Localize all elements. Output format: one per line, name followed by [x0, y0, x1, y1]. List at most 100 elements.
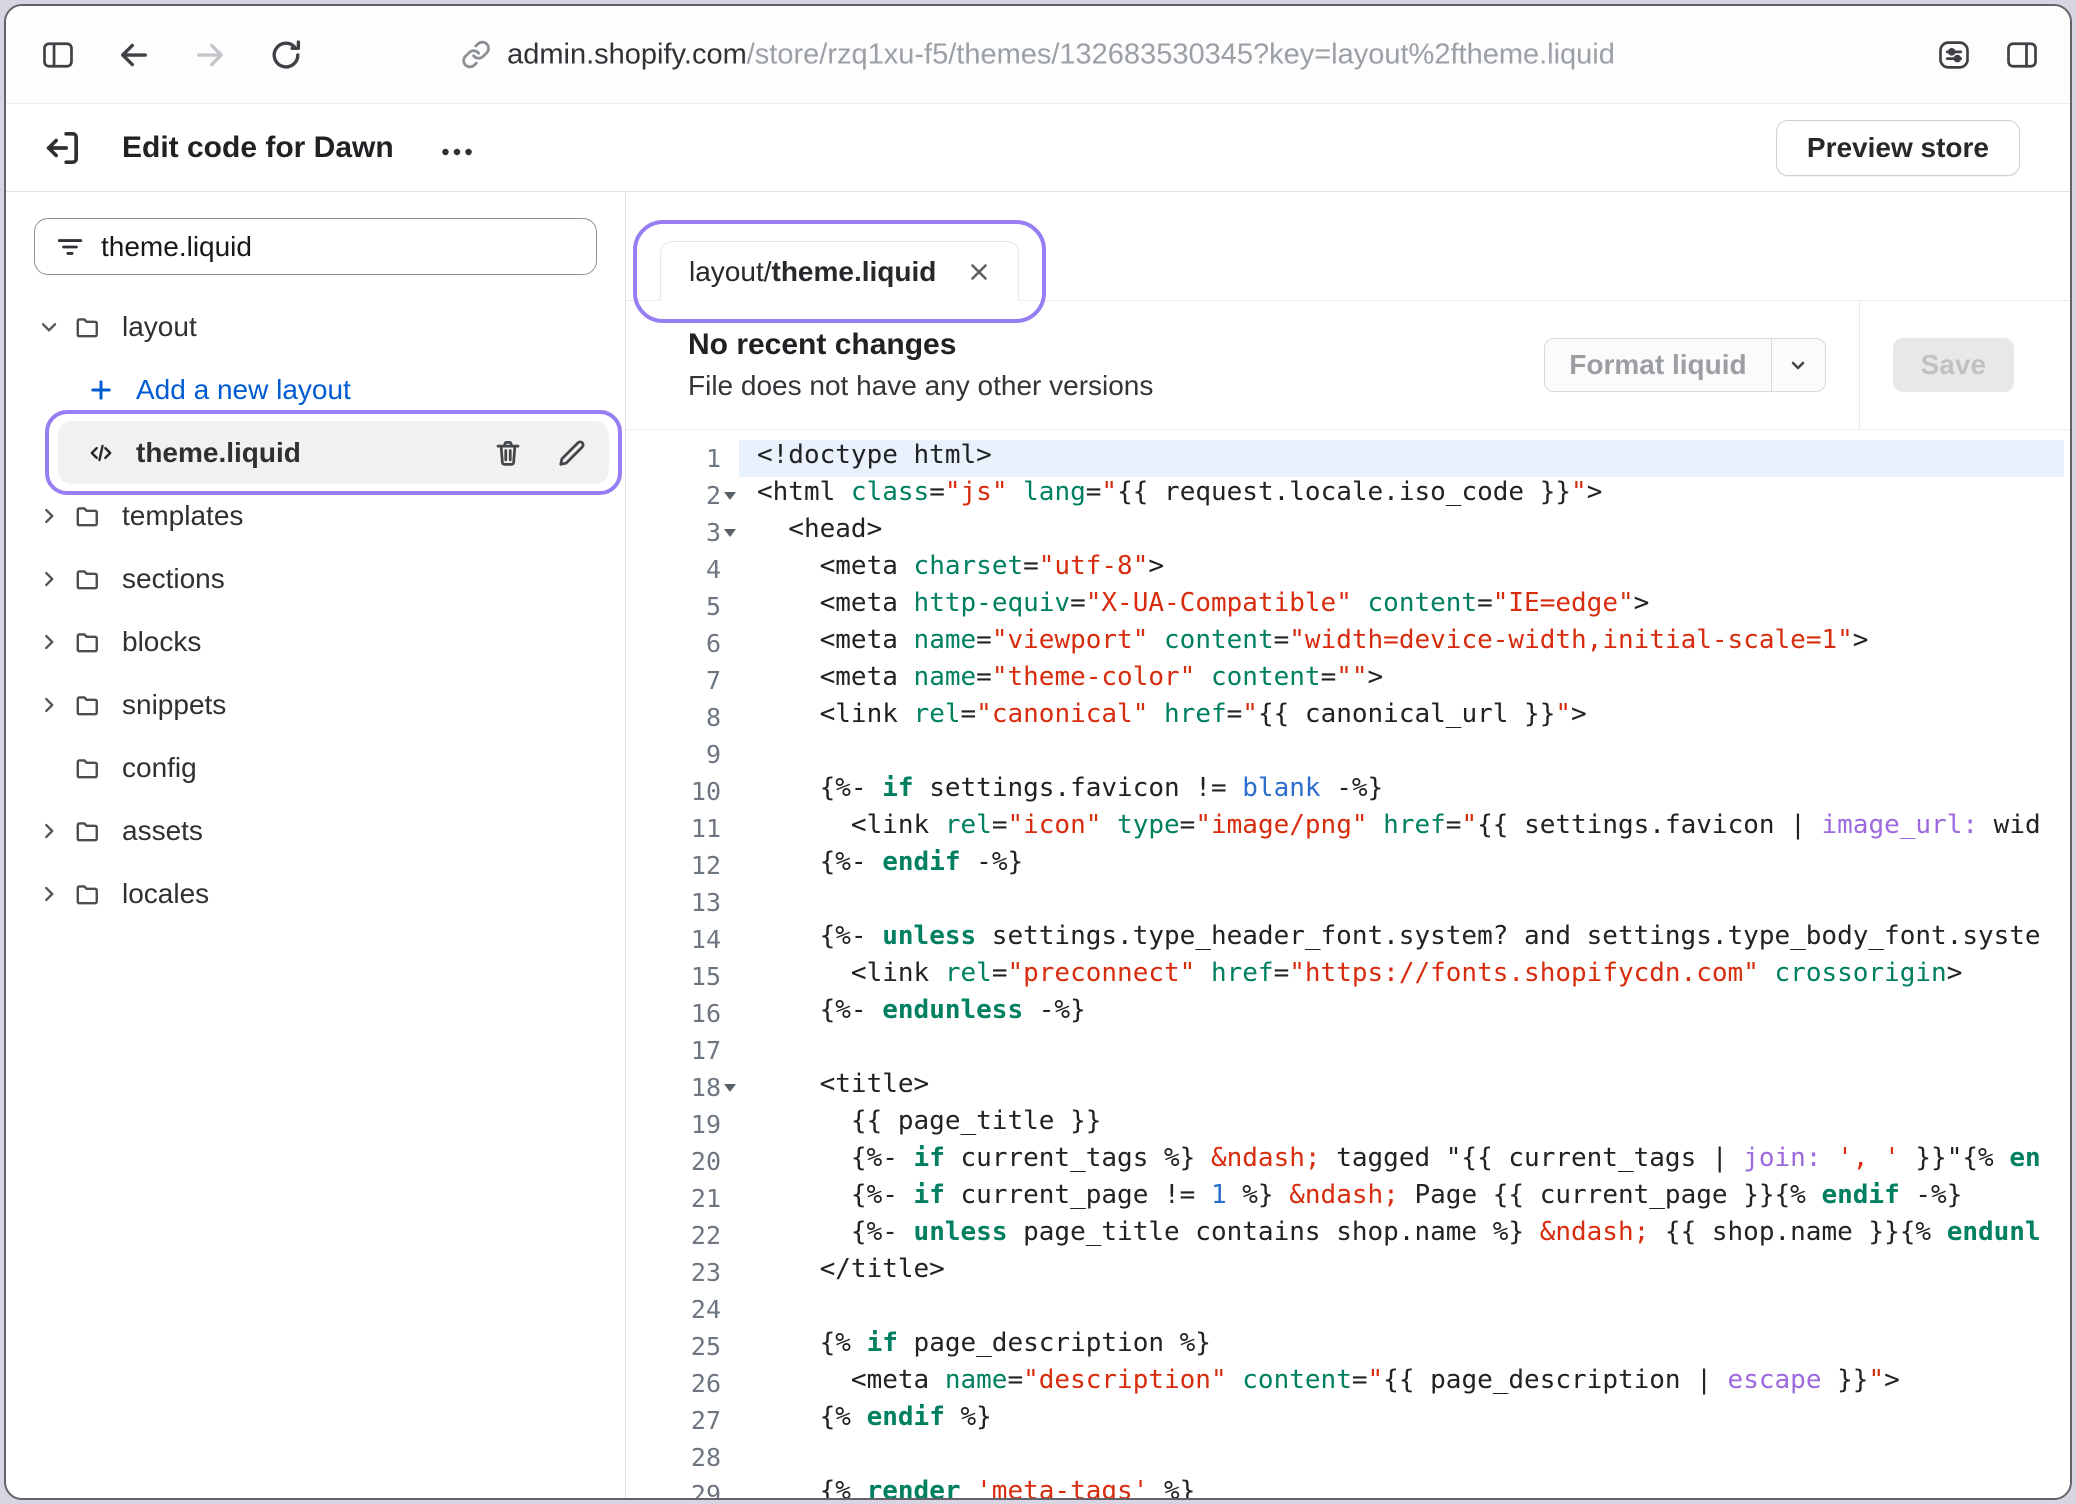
code-line[interactable]: <link rel="icon" type="image/png" href="… — [739, 810, 2064, 847]
code-line[interactable]: {%- endunless -%} — [739, 995, 2064, 1032]
code-line[interactable]: {%- unless settings.type_header_font.sys… — [739, 921, 2064, 958]
sidebar-item-config[interactable]: config — [22, 736, 609, 799]
code-token: endif — [1821, 1180, 1899, 1210]
format-liquid-button[interactable]: Format liquid — [1544, 338, 1825, 392]
code-token: > — [1587, 477, 1603, 507]
code-token: > — [1947, 958, 1963, 988]
code-line[interactable] — [739, 1439, 2064, 1476]
code-line[interactable]: {%- if settings.favicon != blank -%} — [739, 773, 2064, 810]
line-number: 17 — [653, 1032, 739, 1069]
editor-code[interactable]: <!doctype html><html class="js" lang="{{… — [739, 440, 2064, 1498]
code-token: escape — [1728, 1365, 1822, 1395]
code-token: = — [1086, 477, 1102, 507]
code-token: endunless — [882, 995, 1023, 1025]
pencil-icon[interactable] — [557, 438, 587, 468]
back-icon[interactable] — [116, 37, 152, 73]
code-token: &ndash; — [1540, 1217, 1650, 1247]
code-editor[interactable]: 1234567891011121314151617181920212223242… — [626, 429, 2070, 1498]
sidebar-item-templates[interactable]: templates — [22, 484, 609, 547]
sidebar-item-blocks[interactable]: blocks — [22, 610, 609, 673]
code-line[interactable]: <meta name="theme-color" content=""> — [739, 662, 2064, 699]
format-liquid-label: Format liquid — [1545, 339, 1770, 391]
code-line[interactable]: <meta charset="utf-8"> — [739, 551, 2064, 588]
browser-window: admin.shopify.com/store/rzq1xu-f5/themes… — [4, 4, 2072, 1500]
code-line[interactable]: <link rel="preconnect" href="https://fon… — [739, 958, 2064, 995]
code-line[interactable]: {%- unless page_title contains shop.name… — [739, 1217, 2064, 1254]
sidebar-item-locales[interactable]: locales — [22, 862, 609, 925]
sidebar-item-layout[interactable]: layout — [22, 295, 609, 358]
code-line[interactable]: {% render 'meta-tags' %} — [739, 1476, 2064, 1498]
trash-icon[interactable] — [493, 438, 523, 468]
code-line[interactable]: {%- if current_page != 1 %} &ndash; Page… — [739, 1180, 2064, 1217]
chevron-right-icon[interactable] — [36, 881, 74, 907]
code-line[interactable]: </title> — [739, 1254, 2064, 1291]
sidebar-item-sections[interactable]: sections — [22, 547, 609, 610]
reload-icon[interactable] — [268, 37, 304, 73]
fold-icon[interactable] — [721, 514, 739, 551]
chevron-right-icon[interactable] — [36, 629, 74, 655]
sidebar-item-assets[interactable]: assets — [22, 799, 609, 862]
chevron-right-icon[interactable] — [36, 566, 74, 592]
code-line[interactable] — [739, 736, 2064, 773]
code-line[interactable] — [739, 1291, 2064, 1328]
code-token: = — [992, 958, 1008, 988]
code-token: 1 — [1211, 1180, 1227, 1210]
app-header: Edit code for Dawn Preview store — [6, 104, 2070, 192]
sidebar-item-snippets[interactable]: snippets — [22, 673, 609, 736]
search-input[interactable] — [101, 231, 576, 263]
sidebar-item-label: assets — [122, 815, 203, 847]
chevron-right-icon[interactable] — [36, 503, 74, 529]
code-token — [1148, 699, 1164, 729]
line-number: 1 — [653, 440, 739, 477]
code-token: -%} — [961, 847, 1024, 877]
chevron-right-icon[interactable] — [36, 692, 74, 718]
line-number: 6 — [653, 625, 739, 662]
code-token: > — [1368, 662, 1384, 692]
address-bar[interactable]: admin.shopify.com/store/rzq1xu-f5/themes… — [461, 38, 1615, 71]
code-line[interactable]: <html class="js" lang="{{ request.locale… — [739, 477, 2064, 514]
code-token: rel — [914, 699, 961, 729]
code-line[interactable]: {% if page_description %} — [739, 1328, 2064, 1365]
preview-store-button[interactable]: Preview store — [1776, 120, 2020, 176]
code-line[interactable] — [739, 884, 2064, 921]
code-line[interactable] — [739, 1032, 2064, 1069]
sidebar-item-label: theme.liquid — [136, 437, 301, 469]
code-line[interactable]: <!doctype html> — [739, 440, 2064, 477]
chevron-down-icon[interactable] — [1771, 339, 1825, 391]
forward-icon — [192, 37, 228, 73]
extensions-icon[interactable] — [1936, 37, 1972, 73]
sidebar-item-theme-liquid[interactable]: theme.liquid — [58, 421, 609, 484]
code-line[interactable]: {%- endif -%} — [739, 847, 2064, 884]
chevron-down-icon[interactable] — [36, 314, 74, 340]
code-line[interactable]: <meta http-equiv="X-UA-Compatible" conte… — [739, 588, 2064, 625]
code-token: "utf-8" — [1039, 551, 1149, 581]
code-line[interactable]: {%- if current_tags %} &ndash; tagged "{… — [739, 1143, 2064, 1180]
close-icon[interactable] — [966, 259, 992, 285]
tab-theme-liquid[interactable]: layout/theme.liquid — [660, 241, 1019, 301]
panel-right-icon[interactable] — [2004, 37, 2040, 73]
code-token: <link — [757, 699, 914, 729]
file-search[interactable] — [34, 218, 597, 275]
code-line[interactable]: <head> — [739, 514, 2064, 551]
sidebar-item-label: templates — [122, 500, 243, 532]
fold-icon[interactable] — [721, 1069, 739, 1106]
sidebar-item-add-a-new-layout[interactable]: Add a new layout — [22, 358, 609, 421]
fold-placeholder — [721, 884, 739, 921]
code-line[interactable]: <meta name="description" content="{{ pag… — [739, 1365, 2064, 1402]
code-token: = — [976, 662, 992, 692]
code-line[interactable]: <link rel="canonical" href="{{ canonical… — [739, 699, 2064, 736]
exit-icon[interactable] — [42, 128, 82, 168]
line-number: 14 — [653, 921, 739, 958]
more-actions-icon[interactable] — [438, 133, 476, 163]
code-line[interactable]: <title> — [739, 1069, 2064, 1106]
fold-icon[interactable] — [721, 477, 739, 514]
code-file-icon — [88, 440, 126, 466]
code-token: " — [1368, 1365, 1384, 1395]
code-line[interactable]: {% endif %} — [739, 1402, 2064, 1439]
code-token: current_page != — [945, 1180, 1211, 1210]
code-token: settings.favicon != — [914, 773, 1243, 803]
sidebar-toggle-icon[interactable] — [40, 37, 76, 73]
chevron-right-icon[interactable] — [36, 818, 74, 844]
code-line[interactable]: {{ page_title }} — [739, 1106, 2064, 1143]
code-line[interactable]: <meta name="viewport" content="width=dev… — [739, 625, 2064, 662]
